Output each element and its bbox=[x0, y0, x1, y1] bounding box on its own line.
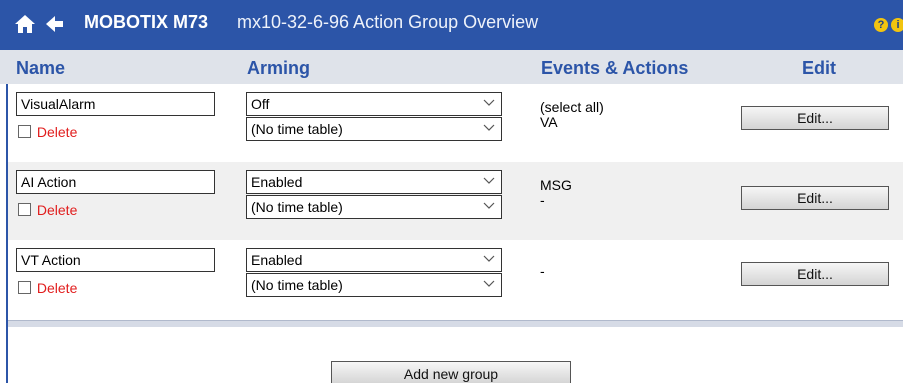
help-icon[interactable]: ? bbox=[874, 18, 888, 32]
time-table-select-value: (No time table) bbox=[251, 121, 343, 137]
time-table-select-value: (No time table) bbox=[251, 199, 343, 215]
events-line: MSG bbox=[540, 177, 572, 193]
action-group-row: Delete Enabled (No time table) MSG - Edi… bbox=[8, 162, 903, 240]
delete-label: Delete bbox=[36, 202, 78, 218]
arming-select-value: Off bbox=[251, 96, 270, 112]
delete-option: Delete bbox=[18, 202, 77, 222]
group-name-input[interactable] bbox=[16, 248, 215, 272]
time-table-select[interactable]: (No time table) bbox=[246, 273, 502, 297]
events-actions-cell: (select all) VA bbox=[540, 100, 604, 130]
column-header-row: Name Arming Events & Actions Edit bbox=[0, 50, 903, 84]
arming-select-value: Enabled bbox=[251, 174, 303, 190]
chevron-down-icon bbox=[483, 124, 495, 131]
group-name-input[interactable] bbox=[16, 92, 215, 116]
delete-label: Delete bbox=[36, 280, 78, 296]
arming-select[interactable]: Enabled bbox=[246, 248, 502, 272]
page-title: mx10-32-6-96 Action Group Overview bbox=[237, 12, 539, 32]
delete-checkbox[interactable] bbox=[18, 125, 31, 138]
column-header-arming: Arming bbox=[247, 58, 310, 78]
delete-option: Delete bbox=[18, 280, 77, 300]
home-icon[interactable] bbox=[14, 13, 36, 35]
arming-select[interactable]: Off bbox=[246, 92, 502, 116]
time-table-select[interactable]: (No time table) bbox=[246, 117, 502, 141]
chevron-down-icon bbox=[483, 280, 495, 287]
action-group-row: Delete Enabled (No time table) - Edit... bbox=[8, 240, 903, 318]
title-bar: MOBOTIX M73 mx10-32-6-96 Action Group Ov… bbox=[0, 0, 903, 50]
chevron-down-icon bbox=[483, 177, 495, 184]
edit-button[interactable]: Edit... bbox=[741, 186, 889, 210]
chevron-down-icon bbox=[483, 255, 495, 262]
edit-button[interactable]: Edit... bbox=[741, 106, 889, 130]
add-new-group-button[interactable]: Add new group bbox=[331, 361, 571, 383]
events-line: - bbox=[540, 263, 545, 279]
delete-label: Delete bbox=[36, 124, 78, 140]
action-group-row: Delete Off (No time table) (select all) … bbox=[8, 84, 903, 162]
events-actions-cell: MSG - bbox=[540, 178, 572, 208]
events-line: - bbox=[540, 192, 545, 208]
chevron-down-icon bbox=[483, 202, 495, 209]
time-table-select[interactable]: (No time table) bbox=[246, 195, 502, 219]
delete-checkbox[interactable] bbox=[18, 281, 31, 294]
group-name-input[interactable] bbox=[16, 170, 215, 194]
column-header-name: Name bbox=[16, 58, 66, 78]
info-icon[interactable]: i bbox=[891, 18, 903, 32]
chevron-down-icon bbox=[483, 99, 495, 106]
events-actions-cell: - bbox=[540, 264, 545, 279]
column-header-events: Events & Actions bbox=[541, 58, 689, 78]
arming-select[interactable]: Enabled bbox=[246, 170, 502, 194]
delete-checkbox[interactable] bbox=[18, 203, 31, 216]
delete-option: Delete bbox=[18, 124, 77, 144]
time-table-select-value: (No time table) bbox=[251, 277, 343, 293]
column-header-edit: Edit bbox=[802, 58, 836, 78]
brand-title: MOBOTIX M73 bbox=[84, 12, 209, 32]
arming-select-value: Enabled bbox=[251, 252, 303, 268]
events-line: (select all) bbox=[540, 99, 604, 115]
section-divider bbox=[8, 320, 903, 327]
back-arrow-icon[interactable] bbox=[44, 13, 64, 35]
edit-button[interactable]: Edit... bbox=[741, 262, 889, 286]
events-line: VA bbox=[540, 114, 558, 130]
